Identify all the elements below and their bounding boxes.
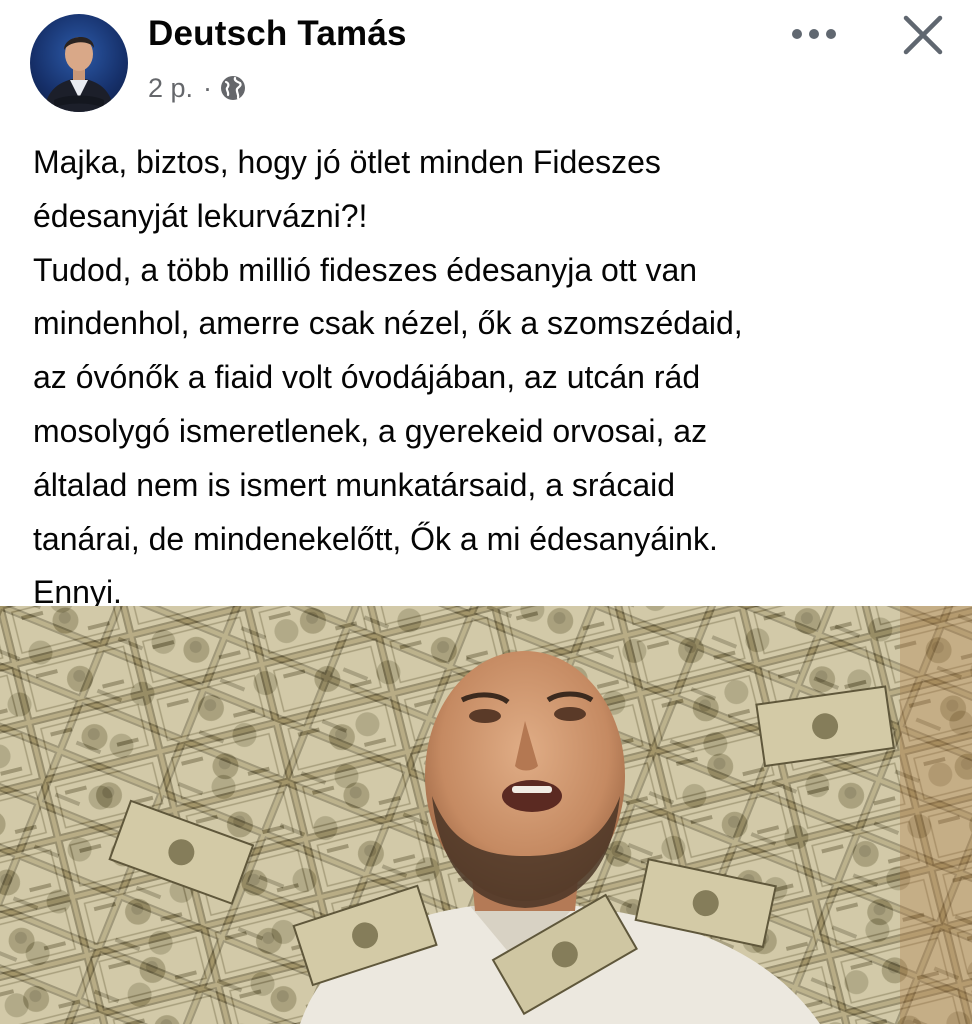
post-time[interactable]: 2 p. [148,73,193,104]
close-button[interactable] [896,10,950,60]
close-icon [903,15,943,55]
author-name[interactable]: Deutsch Tamás [148,14,407,54]
facebook-post: Deutsch Tamás 2 p. · Majka, biztos, hogy… [0,0,972,1024]
post-meta: 2 p. · [148,70,246,106]
post-text: Majka, biztos, hogy jó ötlet minden Fide… [33,144,743,611]
more-options-button[interactable] [784,16,844,52]
post-photo[interactable] [0,606,972,1024]
more-horizontal-icon [792,29,836,39]
author-avatar[interactable] [30,14,128,112]
globe-icon[interactable] [220,75,246,101]
meta-separator: · [203,72,213,103]
